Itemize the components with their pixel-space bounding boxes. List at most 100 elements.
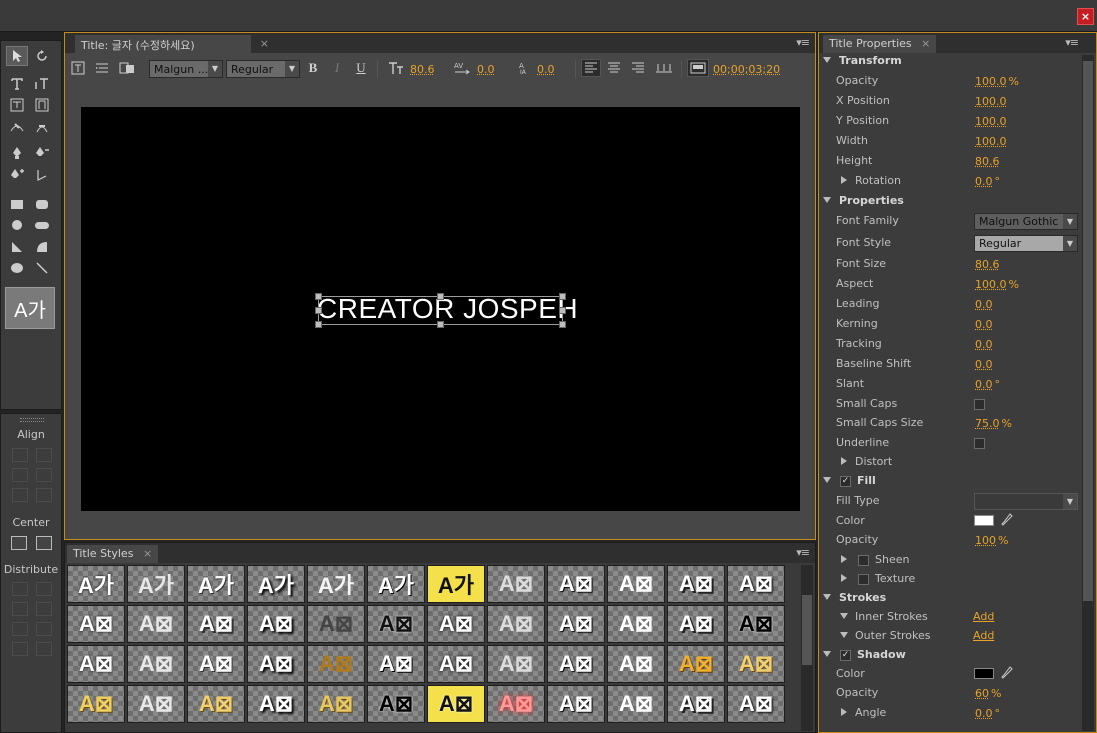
title-style-swatch[interactable]: A⊠ — [487, 565, 545, 603]
tab-stops-icon[interactable] — [93, 59, 111, 77]
font-family-select[interactable]: Malgun ... ▼ — [149, 60, 223, 78]
vertical-type-tool-icon[interactable] — [31, 74, 53, 94]
title-style-swatch[interactable]: A⊠ — [727, 565, 785, 603]
resize-handle-l[interactable] — [315, 307, 322, 314]
title-style-swatch[interactable]: A⊠ — [547, 605, 605, 643]
tab-close-icon[interactable]: × — [921, 37, 930, 50]
title-style-swatch[interactable]: A⊠ — [307, 685, 365, 723]
expand-arrow-icon[interactable] — [823, 594, 831, 600]
align-right-icon[interactable] — [12, 488, 28, 502]
resize-handle-r[interactable] — [559, 307, 566, 314]
area-type-tool-icon[interactable] — [6, 95, 28, 115]
resize-handle-tl[interactable] — [315, 293, 322, 300]
align-left-icon[interactable] — [12, 448, 28, 462]
title-style-swatch[interactable]: A가 — [127, 565, 185, 603]
title-style-swatch[interactable]: A⊠ — [727, 645, 785, 683]
title-style-swatch[interactable]: A⊠ — [487, 645, 545, 683]
center-horizontal-icon[interactable] — [11, 536, 27, 550]
shadow-opacity-value[interactable]: 60 — [975, 687, 989, 700]
title-style-swatch[interactable]: A⊠ — [547, 685, 605, 723]
bold-button[interactable]: B — [305, 59, 321, 77]
title-style-swatch[interactable]: A⊠ — [67, 645, 125, 683]
title-style-swatch[interactable]: A⊠ — [607, 605, 665, 643]
title-style-swatch[interactable]: A⊠ — [427, 645, 485, 683]
kerning-value[interactable]: 0.0 — [477, 63, 495, 76]
fill-opacity-value[interactable]: 100 — [975, 534, 996, 547]
title-style-swatch[interactable]: A⊠ — [307, 605, 365, 643]
expand-arrow-icon[interactable] — [841, 708, 847, 716]
y-position-value[interactable]: 100.0 — [975, 115, 1007, 128]
title-style-swatch[interactable]: A⊠ — [367, 645, 425, 683]
leading-value[interactable]: 0.0 — [537, 63, 555, 76]
align-horizontal-center-icon[interactable] — [12, 468, 28, 482]
delete-anchor-point-tool-icon[interactable] — [31, 143, 53, 163]
panel-grip[interactable] — [20, 418, 44, 422]
title-style-swatch[interactable]: A⊠ — [667, 685, 725, 723]
scrollbar-thumb[interactable] — [802, 595, 812, 665]
underline-button[interactable]: U — [353, 59, 369, 77]
clipped-corner-rectangle-tool-icon[interactable] — [6, 215, 28, 235]
title-canvas[interactable]: CREATOR JOSPEH — [81, 107, 800, 511]
title-style-swatch[interactable]: A⊠ — [187, 605, 245, 643]
title-style-swatch[interactable]: A⊠ — [367, 605, 425, 643]
expand-arrow-icon[interactable] — [823, 651, 831, 657]
shadow-color-swatch[interactable] — [974, 668, 994, 679]
vertical-path-type-tool-icon[interactable] — [31, 117, 53, 137]
align-top-icon[interactable] — [36, 468, 52, 482]
title-style-swatch[interactable]: A⊠ — [667, 565, 725, 603]
rectangle-tool-icon[interactable] — [6, 194, 28, 214]
ellipse-tool-icon[interactable] — [6, 258, 28, 278]
fill-checkbox[interactable]: ✓ — [840, 476, 851, 487]
height-value[interactable]: 80.6 — [975, 155, 1000, 168]
styles-scrollbar[interactable] — [801, 565, 813, 731]
align-center-text-icon[interactable] — [605, 59, 623, 77]
title-style-swatch[interactable]: A⊠ — [67, 605, 125, 643]
title-style-swatch[interactable]: A⊠ — [487, 605, 545, 643]
title-style-swatch[interactable]: A가 — [247, 565, 305, 603]
expand-arrow-icon[interactable] — [841, 176, 847, 184]
title-style-swatch[interactable]: A⊠ — [187, 645, 245, 683]
title-style-swatch[interactable]: A⊠ — [307, 645, 365, 683]
add-outer-stroke-link[interactable]: Add — [973, 629, 994, 642]
pen-tool-icon[interactable] — [6, 143, 28, 163]
aspect-value[interactable]: 100.0 — [975, 278, 1007, 291]
title-panel-menu-icon[interactable]: ▾≡ — [796, 36, 810, 49]
scrollbar-thumb[interactable] — [1083, 61, 1093, 601]
styles-panel-menu-icon[interactable]: ▾≡ — [796, 546, 810, 559]
align-vertical-center-icon[interactable] — [36, 448, 52, 462]
shadow-checkbox[interactable]: ✓ — [840, 650, 851, 661]
baseline-shift-value[interactable]: 0.0 — [975, 358, 993, 371]
expand-arrow-icon[interactable] — [841, 555, 847, 563]
opacity-value[interactable]: 100.0 — [975, 75, 1007, 88]
selection-tool-icon[interactable] — [6, 46, 28, 66]
distribute-top-icon[interactable] — [36, 582, 52, 596]
fill-color-swatch[interactable] — [974, 515, 994, 526]
title-style-swatch[interactable]: A⊠ — [127, 685, 185, 723]
add-anchor-point-tool-icon[interactable] — [6, 165, 28, 185]
rotation-value[interactable]: 0.0 — [975, 175, 993, 188]
distribute-right-icon[interactable] — [12, 622, 28, 636]
props-scrollbar[interactable] — [1082, 55, 1094, 731]
font-size-value[interactable]: 80.6 — [975, 258, 1000, 271]
props-panel-menu-icon[interactable]: ▾≡ — [1065, 36, 1079, 49]
show-background-video-icon[interactable] — [687, 59, 709, 77]
shadow-section-header[interactable]: ✓ Shadow — [819, 646, 1083, 666]
align-left-text-icon[interactable] — [581, 59, 601, 77]
sheen-checkbox[interactable] — [858, 555, 869, 566]
text-bounding-box[interactable] — [315, 293, 566, 328]
rounded-rectangle-tool-icon[interactable] — [31, 215, 53, 235]
expand-arrow-icon[interactable] — [841, 574, 847, 582]
title-style-swatch[interactable]: A⊠ — [367, 685, 425, 723]
x-position-value[interactable]: 100.0 — [975, 95, 1007, 108]
convert-anchor-point-tool-icon[interactable] — [31, 165, 53, 185]
expand-arrow-icon[interactable] — [823, 197, 831, 203]
expand-arrow-icon[interactable] — [840, 613, 848, 619]
align-bottom-icon[interactable] — [36, 488, 52, 502]
texture-checkbox[interactable] — [858, 574, 869, 585]
distribute-left-icon[interactable] — [12, 582, 28, 596]
width-value[interactable]: 100.0 — [975, 135, 1007, 148]
distribute-vertical-even-icon[interactable] — [36, 642, 52, 656]
shadow-angle-value[interactable]: 0.0 — [975, 707, 993, 720]
template-icon[interactable] — [117, 59, 137, 77]
title-style-swatch[interactable]: A⊠ — [607, 565, 665, 603]
